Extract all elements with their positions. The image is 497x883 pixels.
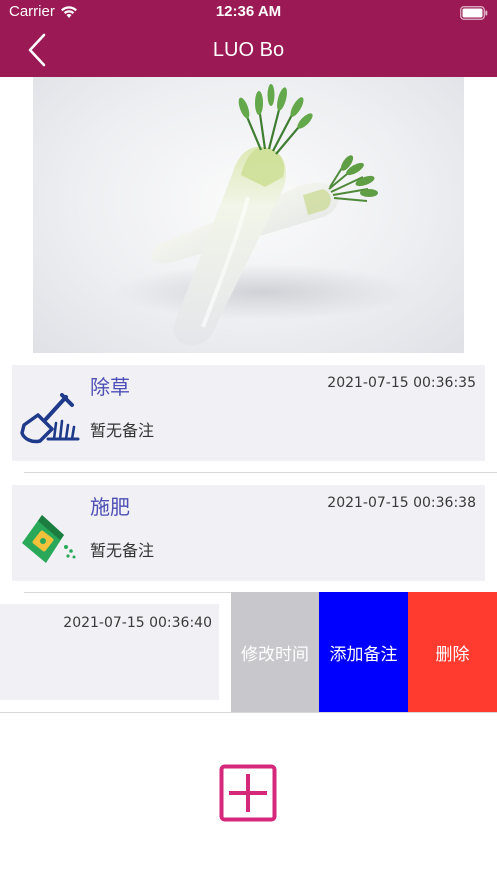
fertilizer-bag-icon bbox=[18, 513, 80, 565]
record-note: 暂无备注 bbox=[90, 421, 155, 440]
shovel-weeding-icon bbox=[18, 393, 80, 445]
status-time: 12:36 AM bbox=[215, 3, 282, 20]
record-task-name: 施肥 bbox=[90, 495, 130, 519]
navigation-bar: Carrier 12:36 AM LUO Bo bbox=[0, 0, 497, 77]
record-timestamp: 2021-07-15 00:36:35 bbox=[327, 375, 476, 391]
delete-button[interactable]: 删除 bbox=[408, 592, 497, 712]
record-row-swiped[interactable]: 2021-07-15 00:36:40 bbox=[0, 604, 219, 700]
plus-square-icon bbox=[219, 764, 277, 822]
record-task-name: 除草 bbox=[90, 375, 130, 399]
record-row-fertilizing[interactable]: 施肥 2021-07-15 00:36:38 暂无备注 bbox=[12, 485, 485, 581]
row-divider bbox=[0, 712, 497, 713]
record-timestamp: 2021-07-15 00:36:38 bbox=[327, 495, 476, 511]
edit-time-button[interactable]: 修改时间 bbox=[231, 592, 319, 712]
record-timestamp: 2021-07-15 00:36:40 bbox=[63, 615, 212, 631]
plant-photo bbox=[33, 77, 464, 353]
record-note: 暂无备注 bbox=[90, 541, 155, 560]
add-record-button[interactable] bbox=[219, 764, 277, 822]
battery-icon bbox=[460, 5, 488, 20]
page-title: LUO Bo bbox=[212, 39, 285, 61]
record-row-weeding[interactable]: 除草 2021-07-15 00:36:35 暂无备注 bbox=[12, 365, 485, 461]
row-divider bbox=[24, 472, 497, 473]
add-note-button[interactable]: 添加备注 bbox=[319, 592, 408, 712]
